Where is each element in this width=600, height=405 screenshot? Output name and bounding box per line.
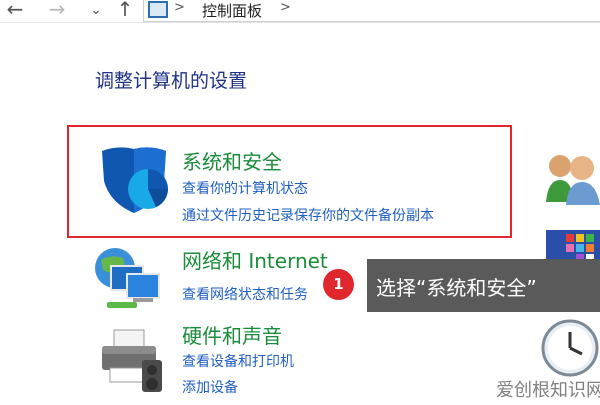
user-accounts-icon[interactable]	[542, 150, 600, 205]
watermark: 爱创根知识网	[496, 380, 600, 401]
breadcrumb-control-panel[interactable]: 控制面板	[202, 0, 262, 21]
step-number-badge: 1	[323, 269, 354, 300]
recent-locations-button[interactable]: ⌄	[88, 0, 104, 22]
control-panel-icon	[148, 1, 168, 18]
arrow-up-icon: ↑	[116, 0, 134, 21]
category-system-security-title[interactable]: 系统和安全	[182, 146, 282, 175]
shield-icon[interactable]	[98, 145, 170, 217]
instruction-tooltip: 选择“系统和安全”	[367, 259, 600, 312]
tooltip-text: 选择“系统和安全”	[376, 276, 537, 300]
page-title: 调整计算机的设置	[95, 70, 248, 92]
up-button[interactable]: ↑	[114, 0, 136, 22]
printer-icon[interactable]	[96, 326, 166, 396]
back-button[interactable]: ←	[2, 0, 28, 22]
address-bar: ← → ⌄ ↑ > 控制面板 >	[0, 0, 600, 23]
breadcrumb-separator[interactable]: >	[280, 0, 291, 15]
arrow-right-icon: →	[48, 0, 66, 21]
address-path-field[interactable]: > 控制面板 >	[143, 0, 600, 22]
link-network-status[interactable]: 查看网络状态和任务	[182, 284, 308, 304]
network-monitors-icon[interactable]	[93, 244, 165, 314]
link-file-history-backup[interactable]: 通过文件历史记录保存你的文件备份副本	[182, 205, 434, 225]
breadcrumb-separator[interactable]: >	[174, 0, 185, 15]
link-view-computer-status[interactable]: 查看你的计算机状态	[182, 178, 308, 198]
forward-button[interactable]: →	[44, 0, 70, 22]
link-add-device[interactable]: 添加设备	[182, 377, 238, 397]
clock-icon[interactable]	[538, 318, 600, 378]
link-devices-printers[interactable]: 查看设备和打印机	[182, 351, 294, 371]
category-network-title[interactable]: 网络和 Internet	[182, 245, 328, 274]
chevron-down-icon: ⌄	[90, 2, 102, 18]
arrow-left-icon: ←	[6, 0, 24, 21]
category-hardware-sound-title[interactable]: 硬件和声音	[182, 320, 282, 349]
